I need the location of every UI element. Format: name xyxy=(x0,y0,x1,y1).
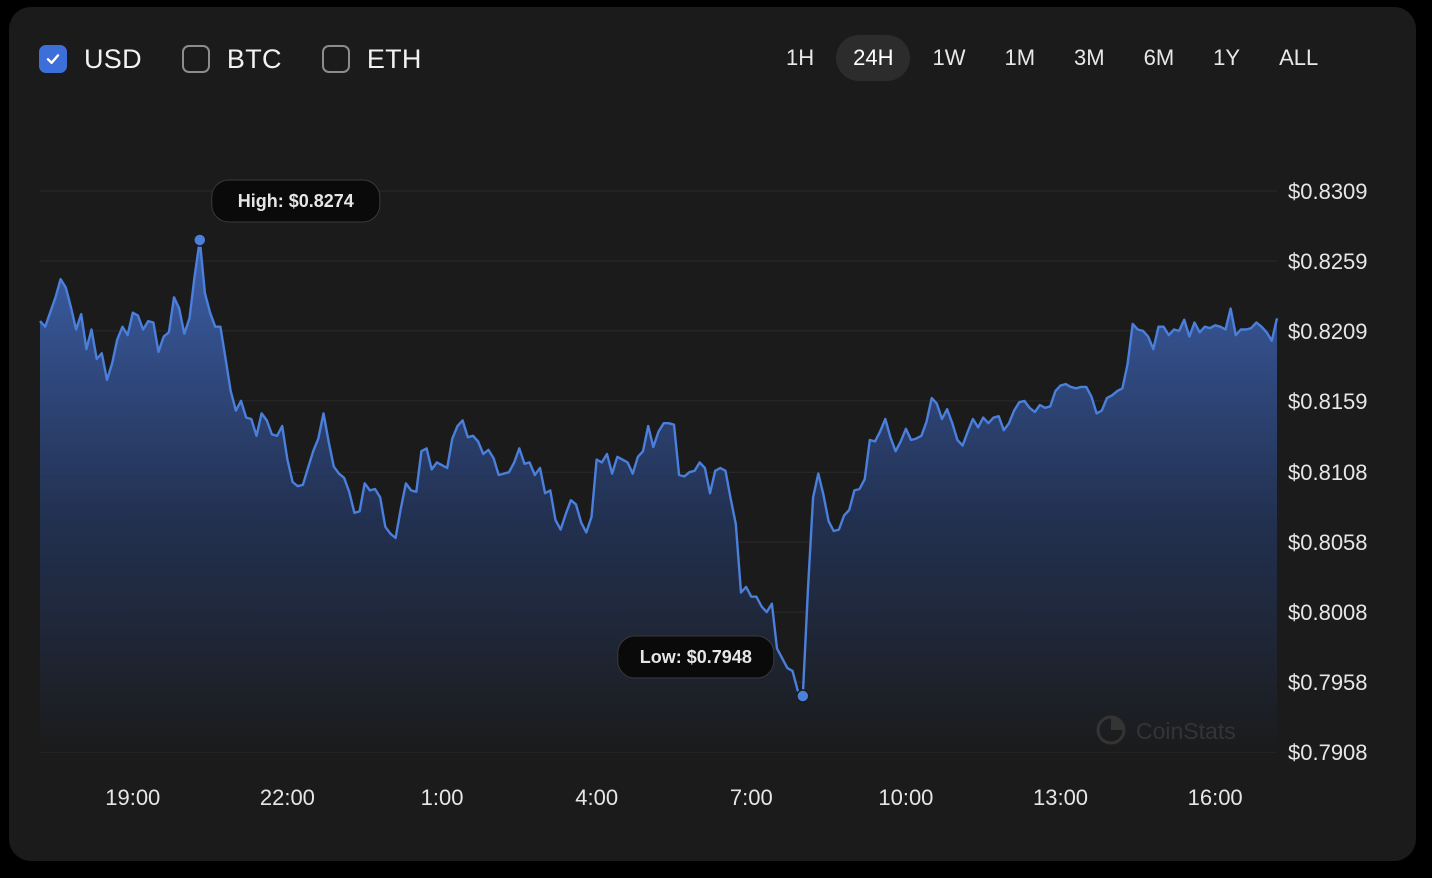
y-tick-label: $0.8209 xyxy=(1288,319,1368,344)
price-chart[interactable]: $0.8309 $0.8259 $0.8209 $0.8159 $0.8108 $0.80… xyxy=(9,7,1416,861)
y-tick-label: $0.8058 xyxy=(1288,530,1368,555)
x-tick-label: 1:00 xyxy=(421,785,464,810)
low-point xyxy=(796,689,810,703)
y-tick-label: $0.8259 xyxy=(1288,249,1368,274)
high-marker: High: $0.8274 xyxy=(193,179,381,247)
y-tick-label: $0.7958 xyxy=(1288,670,1368,695)
y-tick-label: $0.8159 xyxy=(1288,389,1368,414)
x-tick-label: 22:00 xyxy=(260,785,315,810)
x-tick-label: 10:00 xyxy=(878,785,933,810)
x-tick-label: 13:00 xyxy=(1033,785,1088,810)
x-tick-label: 16:00 xyxy=(1188,785,1243,810)
y-tick-label: $0.8309 xyxy=(1288,179,1368,204)
high-label: High: $0.8274 xyxy=(238,191,354,211)
y-axis-labels: $0.8309 $0.8259 $0.8209 $0.8159 $0.8108 $0.80… xyxy=(1288,179,1368,765)
chart-card: USD BTC ETH 1H 24H 1W 1M 3M 6M 1Y ALL $0… xyxy=(9,7,1416,861)
high-point xyxy=(193,233,207,247)
x-axis-labels: 19:00 22:00 1:00 4:00 7:00 10:00 13:00 16:00 xyxy=(105,785,1242,810)
watermark-text: CoinStats xyxy=(1136,718,1236,744)
x-tick-label: 4:00 xyxy=(575,785,618,810)
y-tick-label: $0.8108 xyxy=(1288,460,1368,485)
x-tick-label: 7:00 xyxy=(730,785,773,810)
x-tick-label: 19:00 xyxy=(105,785,160,810)
y-tick-label: $0.7908 xyxy=(1288,740,1368,765)
low-label: Low: $0.7948 xyxy=(640,647,752,667)
y-tick-label: $0.8008 xyxy=(1288,600,1368,625)
